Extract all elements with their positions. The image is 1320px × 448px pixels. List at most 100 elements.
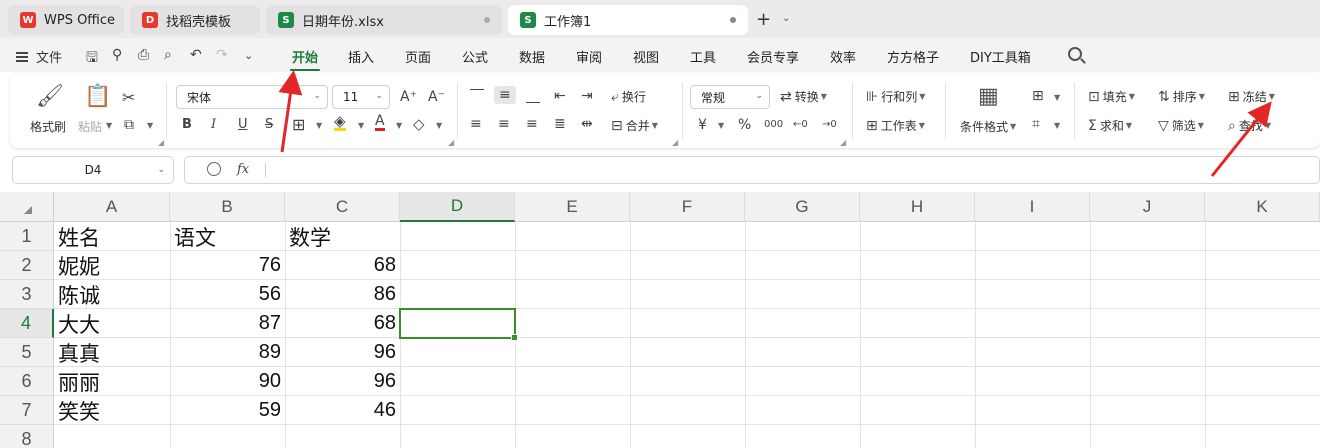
- worksheet-button[interactable]: ⊞ 工作表 ▼: [866, 117, 925, 134]
- tab-insert[interactable]: 插入: [348, 47, 374, 66]
- font-name-select[interactable]: 宋体 ⌄: [176, 85, 328, 109]
- merge-button[interactable]: ⊟ 合并 ▼: [611, 117, 658, 134]
- chevron-down-icon[interactable]: ▼: [436, 121, 442, 130]
- row-header-3[interactable]: 3: [0, 280, 54, 309]
- filter-button[interactable]: ▽ 筛选 ▼: [1158, 117, 1204, 134]
- column-header-g[interactable]: G: [745, 192, 860, 222]
- unsaved-dot-icon[interactable]: [730, 17, 736, 23]
- dialog-launcher-icon[interactable]: ◢: [840, 138, 846, 147]
- paste-button[interactable]: 粘贴: [78, 118, 102, 135]
- link-icon[interactable]: ⚲: [112, 47, 122, 63]
- quick-access-dropdown-icon[interactable]: ⌄: [244, 49, 253, 62]
- chevron-down-icon[interactable]: ▼: [718, 121, 724, 130]
- freeze-button[interactable]: ⊞ 冻结 ▼: [1228, 88, 1275, 105]
- sum-button[interactable]: Σ 求和 ▼: [1088, 117, 1132, 134]
- cell-style-icon[interactable]: ⊞: [1032, 88, 1044, 104]
- align-left-icon[interactable]: ≡: [470, 116, 482, 132]
- chevron-down-icon[interactable]: ▼: [106, 121, 112, 130]
- cell-b3[interactable]: 56: [170, 280, 285, 309]
- cell-b2[interactable]: 76: [170, 251, 285, 280]
- cell-a2[interactable]: 妮妮: [54, 251, 170, 280]
- cell-c1[interactable]: 数学: [285, 222, 400, 251]
- tab-diy-toolbox[interactable]: DIY工具箱: [970, 47, 1031, 66]
- sort-button[interactable]: ⇅ 排序 ▼: [1158, 88, 1205, 105]
- tab-member[interactable]: 会员专享: [747, 47, 799, 66]
- justify-icon[interactable]: ≣: [554, 116, 566, 132]
- tab-workbook1[interactable]: S 工作簿1: [508, 5, 748, 35]
- active-cell-d4[interactable]: [399, 308, 518, 341]
- tab-review[interactable]: 审阅: [576, 47, 602, 66]
- font-size-select[interactable]: 11 ⌄: [332, 85, 390, 109]
- conditional-format-button[interactable]: 条件格式 ▼: [960, 118, 1016, 135]
- new-tab-plus-icon[interactable]: +: [756, 9, 771, 30]
- dialog-launcher-icon[interactable]: ◢: [158, 138, 164, 147]
- cell-c3[interactable]: 86: [285, 280, 400, 309]
- row-header-7[interactable]: 7: [0, 396, 54, 425]
- distributed-icon[interactable]: ⇹: [581, 116, 593, 132]
- row-header-5[interactable]: 5: [0, 338, 54, 367]
- dialog-launcher-icon[interactable]: ◢: [672, 138, 678, 147]
- conditional-format-icon[interactable]: ▦: [978, 84, 999, 109]
- cell-b4[interactable]: 87: [170, 309, 285, 338]
- row-header-4[interactable]: 4: [0, 309, 54, 338]
- cell-a6[interactable]: 丽丽: [54, 367, 170, 396]
- increase-font-icon[interactable]: A⁺: [400, 89, 417, 105]
- cell-b1[interactable]: 语文: [170, 222, 285, 251]
- cut-icon[interactable]: ✂: [122, 88, 135, 107]
- border-icon[interactable]: ⊞: [292, 115, 305, 134]
- tab-fangfang[interactable]: 方方格子: [887, 47, 939, 66]
- column-header-k[interactable]: K: [1205, 192, 1320, 222]
- print-preview-icon[interactable]: ⌕: [164, 47, 172, 63]
- bold-button[interactable]: B: [182, 117, 192, 132]
- chevron-down-icon[interactable]: ▼: [358, 121, 364, 130]
- italic-button[interactable]: I: [211, 117, 216, 132]
- cell-a7[interactable]: 笑笑: [54, 396, 170, 425]
- tab-data[interactable]: 数据: [519, 47, 545, 66]
- dialog-launcher-icon[interactable]: ◢: [448, 138, 454, 147]
- convert-button[interactable]: ⇄ 转换 ▼: [780, 88, 827, 105]
- row-header-8[interactable]: 8: [0, 425, 54, 448]
- tab-view[interactable]: 视图: [633, 47, 659, 66]
- align-right-icon[interactable]: ≡: [526, 116, 538, 132]
- cell-b5[interactable]: 89: [170, 338, 285, 367]
- number-format-select[interactable]: 常规 ⌄: [690, 85, 770, 109]
- wrap-text-button[interactable]: ⤶ 换行: [611, 88, 646, 105]
- chevron-down-icon[interactable]: ▼: [396, 121, 402, 130]
- column-header-d[interactable]: D: [400, 192, 515, 222]
- row-header-1[interactable]: 1: [0, 222, 54, 251]
- align-center-icon[interactable]: ≡: [498, 116, 510, 132]
- select-all-corner[interactable]: [0, 192, 54, 222]
- thousands-button[interactable]: 000: [764, 119, 783, 130]
- increase-decimal-button[interactable]: ←0: [793, 119, 808, 130]
- row-column-button[interactable]: ⊪ 行和列 ▼: [866, 88, 925, 105]
- tab-tools[interactable]: 工具: [690, 47, 716, 66]
- cell-a4[interactable]: 大大: [54, 309, 170, 338]
- align-bottom-icon[interactable]: ⎽: [526, 88, 540, 104]
- strikethrough-button[interactable]: S: [265, 117, 273, 132]
- chevron-down-icon[interactable]: ▼: [316, 121, 322, 130]
- column-header-a[interactable]: A: [54, 192, 170, 222]
- tab-efficiency[interactable]: 效率: [830, 47, 856, 66]
- fill-color-icon[interactable]: ◈: [334, 114, 346, 131]
- align-middle-icon[interactable]: ≡: [494, 86, 516, 104]
- align-top-icon[interactable]: ⎺: [470, 88, 484, 104]
- fill-button[interactable]: ⊡ 填充 ▼: [1088, 88, 1135, 105]
- tab-date-year-file[interactable]: S 日期年份.xlsx: [266, 5, 502, 35]
- column-header-c[interactable]: C: [285, 192, 400, 222]
- column-header-e[interactable]: E: [515, 192, 630, 222]
- cell-a5[interactable]: 真真: [54, 338, 170, 367]
- column-header-f[interactable]: F: [630, 192, 745, 222]
- underline-button[interactable]: U: [238, 117, 248, 132]
- file-menu[interactable]: 文件: [16, 47, 62, 66]
- column-header-b[interactable]: B: [170, 192, 285, 222]
- cell-c2[interactable]: 68: [285, 251, 400, 280]
- find-button[interactable]: ⌕ 查找 ▼: [1228, 117, 1271, 134]
- currency-button[interactable]: ¥: [698, 117, 707, 133]
- cell-a1[interactable]: 姓名: [54, 222, 170, 251]
- name-box[interactable]: D4 ⌄: [12, 156, 174, 184]
- decrease-indent-icon[interactable]: ⇤: [554, 88, 566, 104]
- column-header-i[interactable]: I: [975, 192, 1090, 222]
- chevron-down-icon[interactable]: ▼: [1054, 93, 1060, 102]
- clear-format-icon[interactable]: ◇: [413, 115, 425, 133]
- font-color-icon[interactable]: A: [375, 114, 385, 131]
